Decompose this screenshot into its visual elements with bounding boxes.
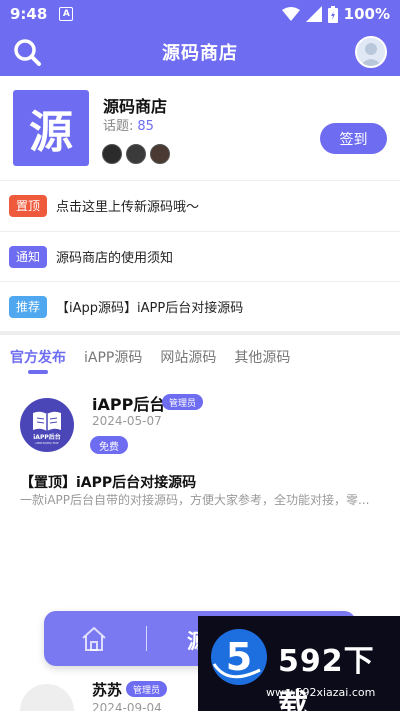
home-icon[interactable] <box>80 625 108 653</box>
admin-badge: 管理员 <box>126 681 168 697</box>
section-divider <box>0 331 400 335</box>
notice-text: 【iApp源码】iAPP后台对接源码 <box>56 301 244 316</box>
notice-row-info[interactable]: 通知 源码商店的使用须知 <box>0 231 400 281</box>
notice-row-recommend[interactable]: 推荐 【iApp源码】iAPP后台对接源码 <box>0 281 400 331</box>
notice-text: 点击这里上传新源码哦～ <box>56 200 200 215</box>
store-logo: 源 <box>13 90 89 166</box>
watermark: 5 592下载 www.592xiazai.com <box>198 616 400 711</box>
nav-divider <box>146 626 147 651</box>
author-name[interactable]: 苏苏 <box>92 679 122 700</box>
post-title[interactable]: 【置顶】iAPP后台对接源码 <box>20 472 196 492</box>
watermark-logo: 5 <box>211 629 267 685</box>
tab-official[interactable]: 官方发布 <box>10 336 66 376</box>
topics-label: 话题: <box>103 119 134 134</box>
author-name[interactable]: iAPP后台 <box>92 391 165 415</box>
store-header: 源 源码商店 话题: 85 签到 <box>0 76 400 180</box>
member-avatar[interactable] <box>126 144 146 164</box>
category-tabs: 官方发布 iAPP源码 网站源码 其他源码 <box>0 336 400 376</box>
signal-icon <box>305 6 322 22</box>
post-date: 2024-09-04 <box>92 701 162 711</box>
free-tag: 免费 <box>90 436 128 454</box>
app-bar: 源码商店 <box>0 28 400 76</box>
battery-icon <box>327 5 338 23</box>
user-icon <box>360 43 382 66</box>
member-avatar[interactable] <box>102 144 122 164</box>
post-date: 2024-05-07 <box>92 414 162 428</box>
avatar-logo-subtext: iAPP.XQHQ.TOP <box>36 441 59 445</box>
page-title: 源码商店 <box>162 43 238 64</box>
tab-iapp-source[interactable]: iAPP源码 <box>84 336 142 376</box>
svg-text:5: 5 <box>226 635 252 679</box>
watermark-url: www.592xiazai.com <box>266 686 376 699</box>
book-logo-icon: iAPP后台 iAPP.XQHQ.TOP <box>33 411 61 445</box>
notice-tag: 通知 <box>9 245 47 268</box>
store-name: 源码商店 <box>103 97 168 116</box>
member-avatars[interactable] <box>102 144 170 164</box>
notification-a-icon: A <box>59 7 74 21</box>
status-time: 9:48 <box>10 5 48 23</box>
avatar-logo-text: iAPP后台 <box>33 433 61 441</box>
notice-tag: 推荐 <box>9 295 47 318</box>
member-avatar[interactable] <box>150 144 170 164</box>
notice-row-pinned[interactable]: 置顶 点击这里上传新源码哦～ <box>0 180 400 230</box>
notice-tag: 置顶 <box>9 194 47 217</box>
wifi-icon <box>281 7 300 21</box>
watermark-brand: 592下载 <box>278 644 375 711</box>
author-avatar[interactable] <box>20 684 74 711</box>
search-icon[interactable] <box>12 37 42 67</box>
author-avatar[interactable]: iAPP后台 iAPP.XQHQ.TOP <box>20 398 74 452</box>
status-icons: 100% <box>281 5 390 23</box>
topics-number: 85 <box>137 119 154 134</box>
signin-button[interactable]: 签到 <box>320 123 387 154</box>
topics-count: 话题: 85 <box>103 115 154 134</box>
admin-badge: 管理员 <box>162 394 204 410</box>
status-bar: 9:48 A 100% <box>0 0 400 28</box>
tab-website-source[interactable]: 网站源码 <box>160 336 216 376</box>
notice-text: 源码商店的使用须知 <box>56 251 174 266</box>
tab-other-source[interactable]: 其他源码 <box>234 336 290 376</box>
app-screen: { "status_bar": { "time": "9:48", "a_lab… <box>0 0 400 711</box>
post-description: 一款iAPP后台自带的对接源码，方便大家参考，全功能对接，零... <box>20 493 370 507</box>
battery-percent: 100% <box>343 5 390 23</box>
user-avatar[interactable] <box>355 36 387 68</box>
